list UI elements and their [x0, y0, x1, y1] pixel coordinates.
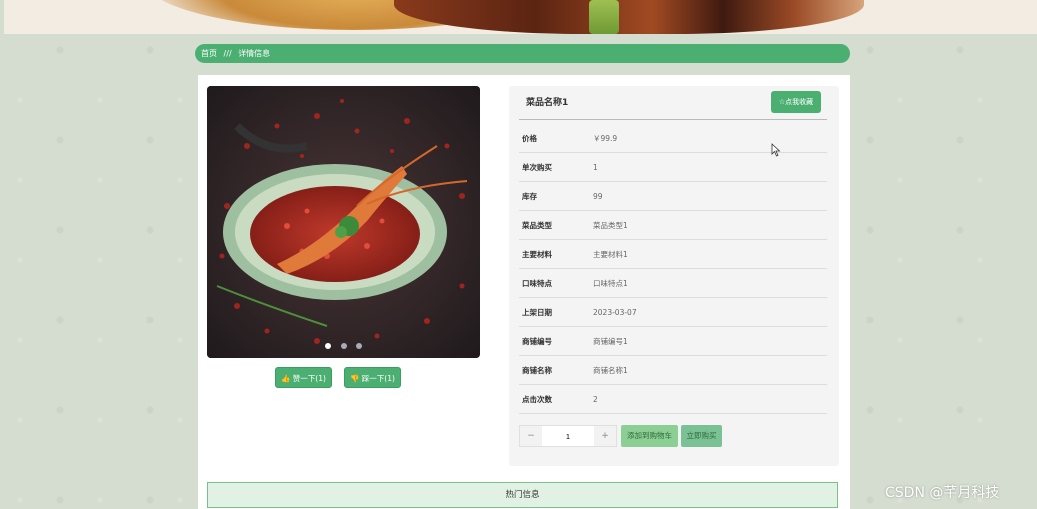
decrease-quantity-button[interactable]: −: [520, 426, 542, 446]
product-info-panel: 菜品名称1 ☆点我收藏 价格 ￥99.9 单次购买 1 库存 99 菜品类型 菜…: [509, 86, 839, 466]
field-label: 商铺名称: [522, 365, 552, 375]
divider: [519, 119, 827, 120]
field-row: 商铺名称 商铺名称1: [519, 356, 827, 385]
add-to-cart-button[interactable]: 添加到购物车: [621, 425, 678, 447]
field-label: 上架日期: [522, 307, 552, 317]
field-row: 上架日期 2023-03-07: [519, 298, 827, 327]
breadcrumb-home[interactable]: 首页: [201, 49, 217, 58]
carousel-dot[interactable]: [340, 343, 347, 349]
field-label: 点击次数: [522, 394, 552, 404]
field-row: 商铺编号 商铺编号1: [519, 327, 827, 356]
carousel-indicators: [207, 334, 480, 353]
product-name: 菜品名称1: [526, 98, 569, 108]
buy-now-button[interactable]: 立即购买: [681, 425, 722, 447]
field-value: 主要材料1: [593, 249, 628, 259]
field-value: 商铺名称1: [593, 365, 628, 375]
field-label: 商铺编号: [522, 336, 552, 346]
field-row: 点击次数 2: [519, 385, 827, 414]
top-banner: [4, 0, 1037, 34]
thumbs-down-button[interactable]: 👎 踩一下(1): [344, 367, 401, 388]
breadcrumb: 首页 /// 详情信息: [195, 44, 850, 63]
mouse-cursor-icon: [771, 143, 781, 157]
field-value: 菜品类型1: [593, 220, 628, 230]
thumbs-up-button[interactable]: 👍 赞一下(1): [275, 367, 332, 388]
field-label: 单次购买: [522, 162, 552, 172]
quantity-stepper: − +: [519, 425, 617, 447]
field-label: 主要材料: [522, 249, 552, 259]
field-row: 库存 99: [519, 182, 827, 211]
banner-meat-image: [394, 0, 864, 34]
field-value: ￥99.9: [593, 133, 618, 143]
field-value: 2023-03-07: [593, 307, 637, 317]
field-label: 价格: [522, 133, 537, 143]
watermark: CSDN @芊月科技: [885, 485, 1000, 501]
field-value: 口味特点1: [593, 278, 628, 288]
banner-garnish-image: [589, 0, 619, 34]
field-row: 主要材料 主要材料1: [519, 240, 827, 269]
hot-info-header: 热门信息: [207, 482, 838, 508]
quantity-input[interactable]: [542, 426, 594, 446]
field-row: 菜品类型 菜品类型1: [519, 211, 827, 240]
product-image-carousel[interactable]: [207, 86, 480, 358]
field-value: 商铺编号1: [593, 336, 628, 346]
detail-card: 👍 赞一下(1) 👎 踩一下(1) 菜品名称1 ☆点我收藏 价格 ￥99.9 单…: [198, 75, 850, 509]
field-label: 口味特点: [522, 278, 552, 288]
field-label: 菜品类型: [522, 220, 552, 230]
field-value: 2: [593, 394, 598, 404]
favorite-button[interactable]: ☆点我收藏: [771, 91, 821, 113]
field-value: 1: [593, 162, 598, 172]
increase-quantity-button[interactable]: +: [594, 426, 616, 446]
field-row: 口味特点 口味特点1: [519, 269, 827, 298]
field-label: 库存: [522, 191, 537, 201]
field-value: 99: [593, 191, 603, 201]
product-fields: 价格 ￥99.9 单次购买 1 库存 99 菜品类型 菜品类型1 主要材料 主要…: [519, 124, 827, 414]
breadcrumb-current: 详情信息: [238, 49, 271, 58]
carousel-dot[interactable]: [325, 343, 332, 349]
carousel-dot[interactable]: [355, 343, 362, 349]
dish-photo: [207, 86, 480, 358]
field-row: 单次购买 1: [519, 153, 827, 182]
breadcrumb-separator: ///: [223, 49, 232, 58]
